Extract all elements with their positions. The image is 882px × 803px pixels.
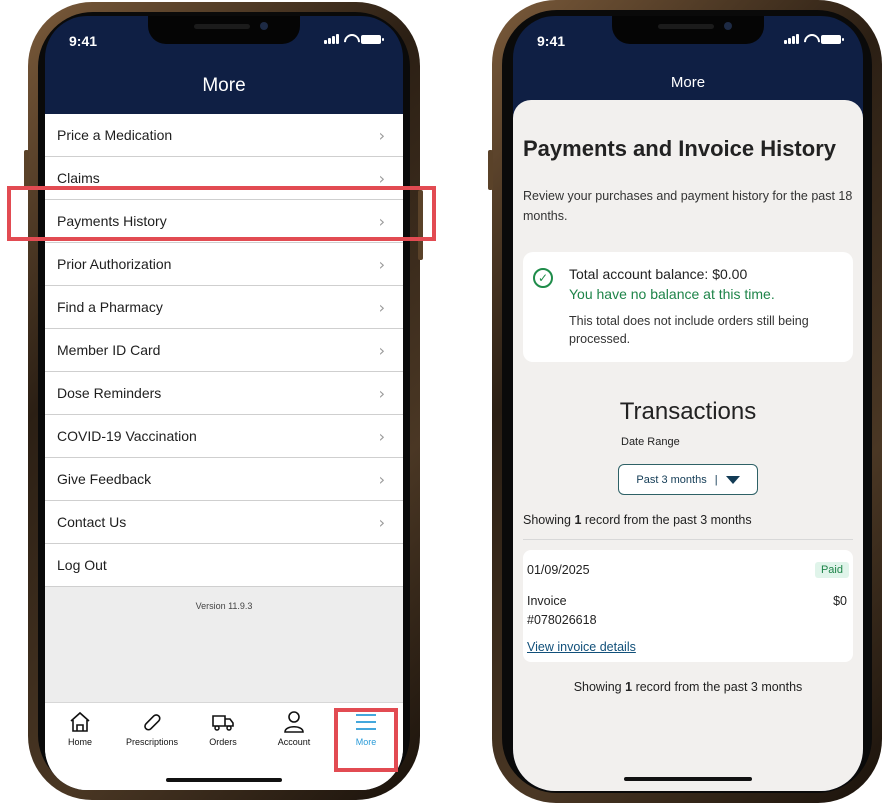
balance-card: ✓ Total account balance: $0.00 You have … xyxy=(523,252,853,362)
menu-item-find-pharmacy[interactable]: Find a Pharmacy › xyxy=(45,286,403,329)
volume-button xyxy=(24,150,29,190)
status-time: 9:41 xyxy=(537,33,566,49)
menu-item-covid-vaccination[interactable]: COVID-19 Vaccination › xyxy=(45,415,403,458)
check-circle-icon: ✓ xyxy=(533,268,553,288)
menu-item-prior-authorization[interactable]: Prior Authorization › xyxy=(45,243,403,286)
menu-item-contact-us[interactable]: Contact Us › xyxy=(45,501,403,544)
tab-prescriptions[interactable]: Prescriptions xyxy=(117,709,187,747)
page-title: More xyxy=(670,74,706,91)
showing-records-bottom: Showing 1 record from the past 3 months xyxy=(573,680,803,694)
chevron-right-icon: › xyxy=(378,168,385,188)
transaction-amount: $0 xyxy=(833,594,847,608)
menu-item-label: Contact Us xyxy=(57,514,127,530)
balance-note: This total does not include orders still… xyxy=(569,314,809,346)
menu-item-label: Price a Medication xyxy=(57,127,173,143)
menu-item-give-feedback[interactable]: Give Feedback › xyxy=(45,458,403,501)
menu-item-label: Log Out xyxy=(57,557,107,573)
showing-records: Showing 1 record from the past 3 months xyxy=(523,513,853,540)
battery-icon xyxy=(821,34,844,44)
menu-item-label: Prior Authorization xyxy=(57,256,172,272)
transactions-heading: Transactions xyxy=(619,398,757,425)
version-text: Version 11.9.3 xyxy=(195,601,253,611)
page-title: More xyxy=(202,75,246,96)
invoice-label: Invoice xyxy=(527,594,567,608)
chevron-right-icon: › xyxy=(378,512,385,532)
chevron-right-icon: › xyxy=(378,297,385,317)
chevron-right-icon: › xyxy=(378,340,385,360)
truck-icon xyxy=(188,709,258,735)
tab-label: Prescriptions xyxy=(125,737,179,747)
menu-item-label: Dose Reminders xyxy=(57,385,162,401)
status-badge: Paid xyxy=(814,562,849,578)
payments-heading: Payments and Invoice History xyxy=(523,136,836,161)
wifi-icon xyxy=(343,34,357,44)
person-icon xyxy=(259,709,329,735)
menu-item-label: Member ID Card xyxy=(57,342,161,358)
status-time: 9:41 xyxy=(69,33,98,49)
caret-down-icon xyxy=(725,475,740,484)
home-indicator xyxy=(624,777,752,781)
menu-item-label: COVID-19 Vaccination xyxy=(57,428,197,444)
more-tab-highlight xyxy=(334,708,398,772)
battery-icon xyxy=(361,34,384,44)
menu-item-price-medication[interactable]: Price a Medication › xyxy=(45,114,403,157)
payments-description: Review your purchases and payment histor… xyxy=(523,189,853,223)
notch xyxy=(148,16,300,44)
date-range-label: Date Range xyxy=(621,436,680,448)
home-indicator xyxy=(166,778,282,782)
pill-icon xyxy=(117,709,187,735)
menu-item-member-id-card[interactable]: Member ID Card › xyxy=(45,329,403,372)
invoice-number: #078026618 xyxy=(527,613,597,627)
home-icon xyxy=(45,709,115,735)
payments-content: Payments and Invoice History Review your… xyxy=(513,100,863,791)
tab-label: Home xyxy=(67,737,92,747)
tab-label: Account xyxy=(277,737,311,747)
transaction-card: 01/09/2025 Paid Invoice #078026618 $0 Vi… xyxy=(523,550,853,662)
view-invoice-link[interactable]: View invoice details xyxy=(527,640,847,654)
right-screen: 9:41 More Payments and Invoice History R… xyxy=(513,16,863,791)
chevron-right-icon: › xyxy=(378,469,385,489)
signal-icon xyxy=(324,34,339,44)
notch xyxy=(612,16,764,44)
status-icons xyxy=(784,34,844,44)
left-screen: 9:41 More Price a Medication › Claims › Pa… xyxy=(45,16,403,790)
payments-history-highlight xyxy=(7,186,436,241)
tab-label: Orders xyxy=(209,737,237,747)
date-range-value: Past 3 months xyxy=(636,473,707,486)
wifi-icon xyxy=(803,34,817,44)
tab-account[interactable]: Account xyxy=(259,709,329,747)
transaction-date: 01/09/2025 xyxy=(527,563,590,577)
chevron-right-icon: › xyxy=(378,254,385,274)
menu-item-log-out[interactable]: Log Out xyxy=(45,544,403,587)
menu-item-label: Give Feedback xyxy=(57,471,152,487)
status-icons xyxy=(324,34,384,44)
tab-home[interactable]: Home xyxy=(45,709,115,747)
chevron-right-icon: › xyxy=(378,383,385,403)
chevron-right-icon: › xyxy=(378,426,385,446)
menu-item-dose-reminders[interactable]: Dose Reminders › xyxy=(45,372,403,415)
chevron-right-icon: › xyxy=(378,125,385,145)
balance-status: You have no balance at this time. xyxy=(569,286,775,302)
volume-button xyxy=(488,150,493,190)
menu-item-label: Find a Pharmacy xyxy=(57,299,163,315)
signal-icon xyxy=(784,34,799,44)
balance-total: Total account balance: $0.00 xyxy=(569,266,748,282)
tab-orders[interactable]: Orders xyxy=(188,709,258,747)
date-range-dropdown[interactable]: Past 3 months | xyxy=(618,464,758,495)
menu-item-label: Claims xyxy=(57,170,100,186)
